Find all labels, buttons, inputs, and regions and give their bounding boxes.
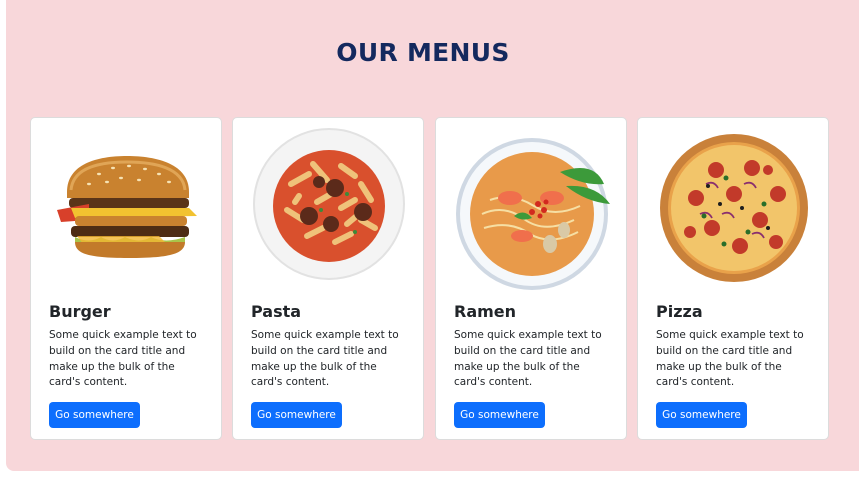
card-title: Pizza	[656, 302, 703, 321]
card-text: Some quick example text to build on the …	[251, 329, 399, 389]
go-somewhere-button[interactable]: Go somewhere	[49, 402, 140, 428]
card-text: Some quick example text to build on the …	[49, 329, 197, 389]
card-title: Pasta	[251, 302, 302, 321]
card-text: Some quick example text to build on the …	[454, 329, 602, 389]
card-title: Ramen	[454, 302, 517, 321]
card-title: Burger	[49, 302, 111, 321]
go-somewhere-button[interactable]: Go somewhere	[656, 402, 747, 428]
menu-card-pasta: Pasta Some quick example text to build o…	[232, 117, 424, 440]
ramen-image	[454, 124, 610, 290]
burger-image	[49, 124, 205, 290]
card-text: Some quick example text to build on the …	[656, 329, 804, 389]
section-title: OUR MENUS	[336, 38, 510, 67]
pasta-image	[251, 124, 407, 290]
pizza-image	[656, 124, 812, 290]
menu-card-burger: Burger Some quick example text to build …	[30, 117, 222, 440]
menu-card-ramen: Ramen Some quick example text to build o…	[435, 117, 627, 440]
menu-card-pizza: Pizza Some quick example text to build o…	[637, 117, 829, 440]
go-somewhere-button[interactable]: Go somewhere	[251, 402, 342, 428]
go-somewhere-button[interactable]: Go somewhere	[454, 402, 545, 428]
